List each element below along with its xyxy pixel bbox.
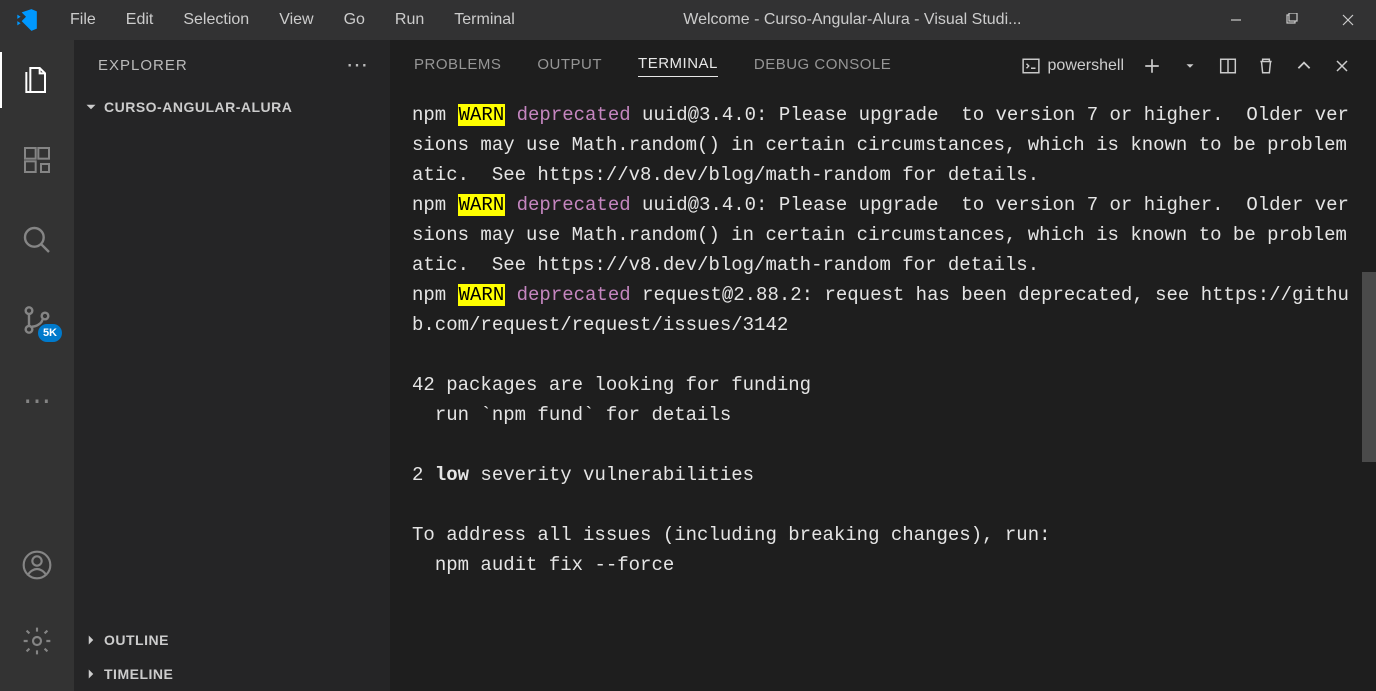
activity-extensions[interactable] [0, 132, 74, 188]
vscode-logo-icon [12, 6, 40, 34]
menu-bar: File Edit Selection View Go Run Terminal [58, 5, 527, 35]
workbench: PROBLEMS OUTPUT TERMINAL DEBUG CONSOLE p… [390, 40, 1376, 691]
folder-section[interactable]: CURSO-ANGULAR-ALURA [74, 90, 390, 124]
term-text: To address all issues (including breakin… [412, 520, 1354, 550]
tab-output[interactable]: OUTPUT [537, 56, 602, 77]
term-text: 2 [412, 464, 435, 486]
chevron-right-icon [82, 631, 100, 649]
chevron-down-icon [82, 98, 100, 116]
term-text: 42 packages are looking for funding [412, 370, 1354, 400]
window-title: Welcome - Curso-Angular-Alura - Visual S… [527, 11, 1208, 29]
sidebar-title: EXPLORER [98, 57, 188, 74]
term-text: run `npm fund` for details [412, 400, 1354, 430]
panel-chevron-icon[interactable] [1294, 56, 1314, 76]
term-text: deprecated [505, 284, 630, 306]
menu-file[interactable]: File [58, 5, 108, 35]
menu-edit[interactable]: Edit [114, 5, 166, 35]
timeline-label: TIMELINE [104, 666, 173, 682]
term-text: npm [412, 104, 458, 126]
terminal-scrollbar[interactable] [1362, 272, 1376, 462]
term-text: deprecated [505, 194, 630, 216]
close-panel-button[interactable] [1332, 56, 1352, 76]
menu-terminal[interactable]: Terminal [442, 5, 526, 35]
term-text: npm audit fix --force [412, 550, 1354, 580]
timeline-section[interactable]: TIMELINE [74, 657, 390, 691]
window-controls [1208, 0, 1376, 40]
activity-explorer[interactable] [0, 52, 74, 108]
activity-source-control[interactable]: 5K [0, 292, 74, 348]
term-text: deprecated [505, 104, 630, 126]
term-text: severity vulnerabilities [469, 464, 754, 486]
warn-badge: WARN [458, 194, 506, 216]
title-bar: File Edit Selection View Go Run Terminal… [0, 0, 1376, 40]
ellipsis-icon: ⋯ [23, 386, 51, 414]
term-text: npm [412, 194, 458, 216]
menu-view[interactable]: View [267, 5, 325, 35]
tab-debug-console[interactable]: DEBUG CONSOLE [754, 56, 891, 77]
activity-bar: 5K ⋯ [0, 40, 74, 691]
tab-problems[interactable]: PROBLEMS [414, 56, 501, 77]
terminal-icon [1022, 57, 1040, 75]
panel-actions: powershell [1022, 56, 1352, 76]
tab-terminal[interactable]: TERMINAL [638, 55, 718, 77]
minimize-button[interactable] [1208, 0, 1264, 40]
outline-section[interactable]: OUTLINE [74, 623, 390, 657]
term-text: low [435, 464, 469, 486]
scm-badge: 5K [38, 324, 62, 342]
folder-name: CURSO-ANGULAR-ALURA [104, 99, 292, 115]
terminal-dropdown-icon[interactable] [1180, 56, 1200, 76]
activity-search[interactable] [0, 212, 74, 268]
warn-badge: WARN [458, 104, 506, 126]
maximize-button[interactable] [1264, 0, 1320, 40]
sidebar-actions-icon[interactable]: ⋯ [346, 52, 370, 78]
activity-settings[interactable] [0, 613, 74, 669]
panel-tab-bar: PROBLEMS OUTPUT TERMINAL DEBUG CONSOLE p… [390, 40, 1376, 92]
sidebar: EXPLORER ⋯ CURSO-ANGULAR-ALURA OUTLINE T… [74, 40, 390, 691]
new-terminal-button[interactable] [1142, 56, 1162, 76]
activity-accounts[interactable] [0, 537, 74, 593]
terminal-output[interactable]: npm WARN deprecated uuid@3.4.0: Please u… [390, 92, 1376, 691]
kill-terminal-button[interactable] [1256, 56, 1276, 76]
shell-name: powershell [1048, 57, 1124, 75]
term-text: npm [412, 284, 458, 306]
shell-selector[interactable]: powershell [1022, 57, 1124, 75]
menu-selection[interactable]: Selection [171, 5, 261, 35]
menu-go[interactable]: Go [332, 5, 377, 35]
sidebar-header: EXPLORER ⋯ [74, 40, 390, 90]
menu-run[interactable]: Run [383, 5, 436, 35]
split-terminal-button[interactable] [1218, 56, 1238, 76]
activity-more[interactable]: ⋯ [0, 372, 74, 428]
outline-label: OUTLINE [104, 632, 169, 648]
warn-badge: WARN [458, 284, 506, 306]
chevron-right-icon [82, 665, 100, 683]
close-button[interactable] [1320, 0, 1376, 40]
